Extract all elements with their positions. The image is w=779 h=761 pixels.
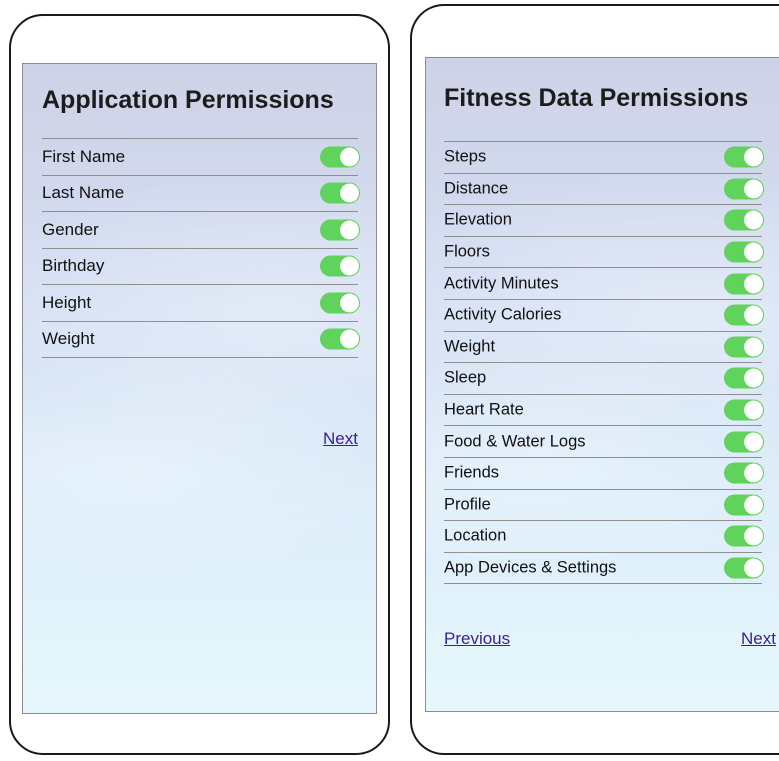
permission-row-birthday: Birthday <box>42 249 360 285</box>
permission-toggle-distance[interactable] <box>724 178 764 200</box>
permission-row-last-name: Last Name <box>42 176 360 212</box>
permission-row-friends: Friends <box>444 458 764 490</box>
permission-toggle-heart-rate[interactable] <box>724 399 764 421</box>
permission-toggle-elevation[interactable] <box>724 209 764 231</box>
permission-toggle-food-and-water-logs[interactable] <box>724 431 764 453</box>
permission-toggle-activity-minutes[interactable] <box>724 273 764 295</box>
toggle-knob <box>744 526 763 546</box>
toggle-knob <box>744 558 763 578</box>
permission-row-floors: Floors <box>444 237 764 269</box>
fitness-permissions-list: Steps Distance Elevation Floors Activity Min… <box>444 141 764 585</box>
permission-label: Birthday <box>42 256 105 276</box>
permission-row-first-name: First Name <box>42 139 360 176</box>
permission-toggle-birthday[interactable] <box>320 255 360 277</box>
permission-row-gender: Gender <box>42 212 360 249</box>
permission-toggle-steps[interactable] <box>724 146 764 168</box>
permission-row-location: Location <box>444 521 764 553</box>
permission-label: Last Name <box>42 183 125 203</box>
toggle-knob <box>744 147 763 167</box>
toggle-knob <box>744 305 763 325</box>
permission-toggle-height[interactable] <box>320 292 360 314</box>
permission-toggle-activity-calories[interactable] <box>724 304 764 326</box>
permission-label: Friends <box>444 463 500 482</box>
toggle-knob <box>340 220 359 240</box>
permission-row-profile: Profile <box>444 490 764 522</box>
permission-row-activity-calories: Activity Calories <box>444 300 764 332</box>
toggle-knob <box>340 256 359 276</box>
permission-label: Location <box>444 526 507 545</box>
permission-label: First Name <box>42 146 126 166</box>
permission-toggle-sleep[interactable] <box>724 367 764 389</box>
permission-toggle-last-name[interactable] <box>320 182 360 204</box>
permission-label: Height <box>42 292 92 312</box>
toggle-knob <box>340 147 359 167</box>
permission-label: Food & Water Logs <box>444 432 586 451</box>
permission-label: Activity Calories <box>444 305 562 324</box>
permission-toggle-location[interactable] <box>724 525 764 547</box>
toggle-knob <box>744 495 763 515</box>
permission-row-food-and-water-logs: Food & Water Logs <box>444 426 764 458</box>
permission-toggle-floors[interactable] <box>724 241 764 263</box>
permission-label: Elevation <box>444 210 512 229</box>
permission-label: Floors <box>444 242 490 261</box>
permission-label: Gender <box>42 219 99 239</box>
page-title: Fitness Data Permissions <box>444 84 749 112</box>
toggle-knob <box>340 329 359 349</box>
permission-label: Profile <box>444 495 491 514</box>
phone-frame-right: Fitness Data Permissions Steps Distance El… <box>410 4 779 755</box>
page-title: Application Permissions <box>42 86 334 114</box>
permission-toggle-gender[interactable] <box>320 219 360 241</box>
permission-row-activity-minutes: Activity Minutes <box>444 268 764 300</box>
permission-toggle-first-name[interactable] <box>320 146 360 168</box>
permission-toggle-profile[interactable] <box>724 494 764 516</box>
permission-row-app-devices-and-settings: App Devices & Settings <box>444 553 764 585</box>
toggle-knob <box>340 293 359 313</box>
permission-label: Distance <box>444 179 509 198</box>
permission-label: App Devices & Settings <box>444 558 617 577</box>
permission-label: Sleep <box>444 368 487 387</box>
toggle-knob <box>744 274 763 294</box>
permission-row-elevation: Elevation <box>444 205 764 237</box>
permission-label: Weight <box>444 337 496 356</box>
permission-row-distance: Distance <box>444 174 764 206</box>
next-link[interactable]: Next <box>741 629 776 649</box>
permission-label: Steps <box>444 147 487 166</box>
permission-row-height: Height <box>42 285 360 322</box>
next-link[interactable]: Next <box>323 429 358 449</box>
toggle-knob <box>744 179 763 199</box>
permission-toggle-weight[interactable] <box>320 328 360 350</box>
permission-row-heart-rate: Heart Rate <box>444 395 764 427</box>
permission-label: Weight <box>42 329 95 349</box>
permission-toggle-app-devices-and-settings[interactable] <box>724 557 764 579</box>
toggle-knob <box>744 337 763 357</box>
permission-row-weight: Weight <box>42 322 360 358</box>
app-permissions-list: First Name Last Name Gender Birthday Height W… <box>42 138 360 358</box>
permission-row-weight: Weight <box>444 332 764 364</box>
permission-label: Activity Minutes <box>444 274 559 293</box>
toggle-knob <box>744 432 763 452</box>
previous-link[interactable]: Previous <box>444 629 510 649</box>
permission-row-sleep: Sleep <box>444 363 764 395</box>
toggle-knob <box>744 210 763 230</box>
toggle-knob <box>744 463 763 483</box>
permission-label: Heart Rate <box>444 400 524 419</box>
fitness-permissions-screen: Fitness Data Permissions Steps Distance El… <box>425 57 779 712</box>
toggle-knob <box>340 183 359 203</box>
permission-toggle-weight[interactable] <box>724 336 764 358</box>
toggle-knob <box>744 400 763 420</box>
app-permissions-screen: Application Permissions First Name Last N… <box>22 63 377 714</box>
permission-row-steps: Steps <box>444 142 764 174</box>
phone-frame-left: Application Permissions First Name Last N… <box>9 14 390 755</box>
permission-toggle-friends[interactable] <box>724 462 764 484</box>
toggle-knob <box>744 242 763 262</box>
toggle-knob <box>744 368 763 388</box>
